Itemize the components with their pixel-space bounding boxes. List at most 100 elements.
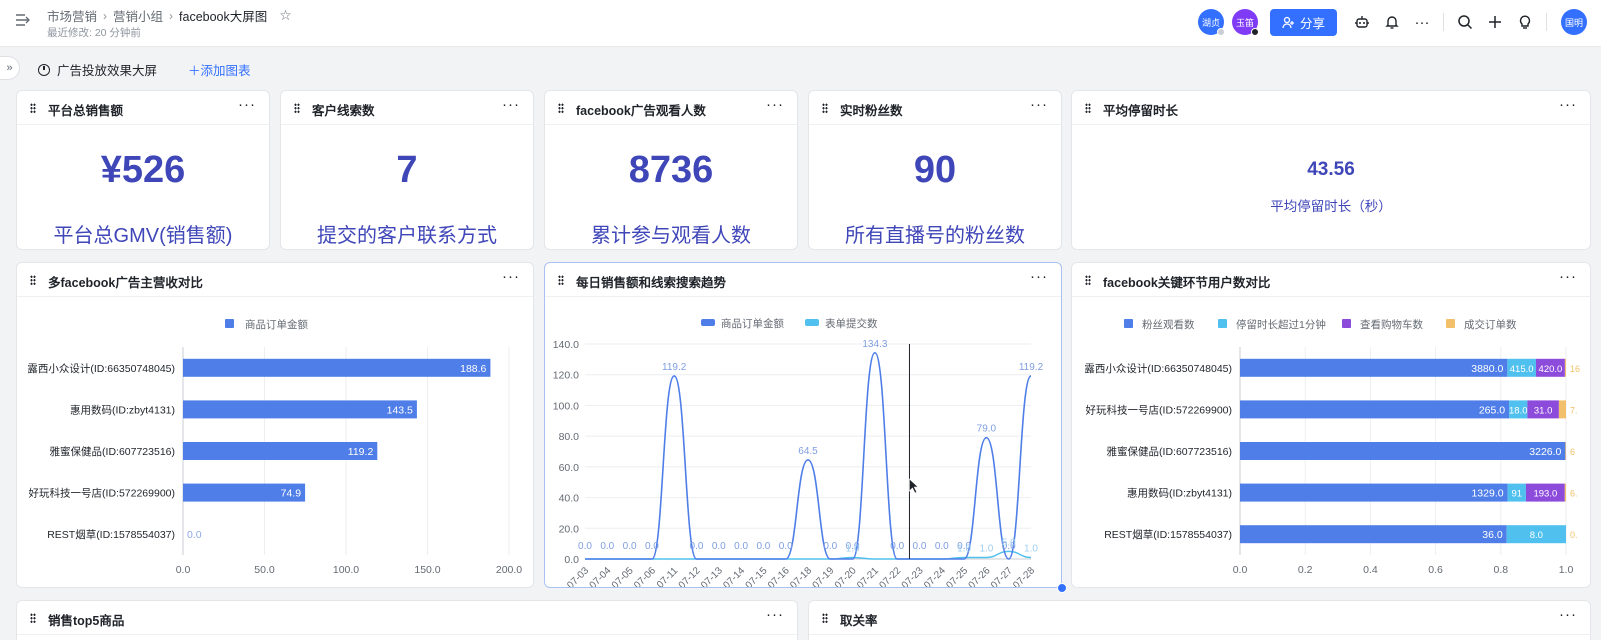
- more-icon[interactable]: ···: [1407, 8, 1437, 36]
- breadcrumb-item[interactable]: 市场营销: [47, 6, 97, 25]
- more-icon[interactable]: ···: [1559, 96, 1577, 113]
- drag-handle-icon[interactable]: [822, 613, 828, 623]
- collaborator-avatar[interactable]: 湖贞: [1197, 9, 1225, 36]
- drag-handle-icon[interactable]: [30, 613, 36, 623]
- kpi-card[interactable]: 平台总销售额 ··· ¥526 平台总GMV(销售额): [16, 90, 270, 250]
- card-title: 取关率: [840, 614, 878, 628]
- tick-label: 50.0: [254, 564, 275, 576]
- data-label: 0.0: [890, 541, 904, 552]
- top-actions: 湖贞 玉笛 分享 ··· 国明: [1197, 8, 1587, 36]
- legend-swatch: [1342, 319, 1351, 328]
- drag-handle-icon[interactable]: [1085, 103, 1091, 113]
- card-title: 销售top5商品: [48, 614, 125, 628]
- add-chart-button[interactable]: ＋添加图表: [188, 60, 251, 79]
- plus-icon[interactable]: [1480, 8, 1510, 36]
- data-label: 74.9: [281, 488, 302, 500]
- drag-handle-icon[interactable]: [822, 103, 828, 113]
- tick-label: 100.0: [553, 400, 579, 412]
- more-icon[interactable]: ···: [502, 96, 520, 113]
- bell-icon[interactable]: [1377, 8, 1407, 36]
- card-header: 取关率 ···: [809, 601, 1590, 635]
- share-button[interactable]: 分享: [1269, 8, 1337, 36]
- tick-label: 1.0: [1559, 564, 1574, 576]
- card-title: 每日销售额和线索搜索趋势: [576, 276, 727, 290]
- resize-handle[interactable]: [1057, 583, 1067, 593]
- card-title: 多facebook广告主营收对比: [48, 276, 203, 290]
- chart-card[interactable]: 取关率 ···: [808, 600, 1591, 640]
- breadcrumb-item[interactable]: 营销小组: [113, 6, 163, 25]
- kpi-card[interactable]: 客户线索数 ··· 7 提交的客户联系方式: [280, 90, 534, 250]
- kpi-card[interactable]: 实时粉丝数 ··· 90 所有直播号的粉丝数: [808, 90, 1062, 250]
- data-label: 0.0: [913, 541, 927, 552]
- legend-label: 成交订单数: [1464, 318, 1517, 331]
- drag-handle-icon[interactable]: [30, 103, 36, 113]
- tick-label: 80.0: [559, 431, 580, 443]
- data-label: 6: [1570, 447, 1575, 457]
- kpi-card[interactable]: 平均停留时长 ··· 43.56 平均停留时长（秒）: [1071, 90, 1591, 250]
- data-label: 415.0: [1510, 364, 1534, 375]
- search-icon[interactable]: [1450, 8, 1480, 36]
- more-icon[interactable]: ···: [238, 96, 256, 113]
- bar-segment: [1565, 442, 1566, 460]
- more-icon[interactable]: ···: [1559, 268, 1577, 285]
- chevron-right-icon: ›: [169, 8, 174, 23]
- legend-swatch: [805, 319, 819, 326]
- expand-sidebar-icon[interactable]: »: [0, 56, 20, 80]
- data-label: 0.0: [756, 541, 770, 552]
- card-header: facebook广告观看人数 ···: [545, 91, 797, 125]
- lightbulb-icon[interactable]: [1510, 8, 1540, 36]
- drag-handle-icon[interactable]: [558, 103, 564, 113]
- clock-icon: [38, 63, 50, 76]
- data-label: 79.0: [977, 424, 997, 435]
- data-label: 0.: [1570, 530, 1578, 540]
- card-title: facebook广告观看人数: [576, 104, 706, 118]
- more-icon[interactable]: ···: [1030, 96, 1048, 113]
- chart-card[interactable]: 每日销售额和线索搜索趋势 ··· 商品订单金额 表单提交数 0.0 20.0 40.0 6…: [544, 262, 1067, 593]
- add-user-icon: [1282, 16, 1294, 28]
- chart-card[interactable]: facebook关键环节用户数对比 ··· 粉丝观看数 停留时长超过1分钟 查看购物…: [1071, 262, 1591, 588]
- top-bar: 市场营销 › 营销小组 › facebook大屏图 ☆ 最近修改: 20 分钟前…: [0, 0, 1601, 47]
- line-chart: 商品订单金额 表单提交数 0.0 20.0 40.0 60.0 80.0 100.0 120.0…: [553, 317, 1044, 591]
- dashboard-title[interactable]: 广告投放效果大屏: [38, 60, 157, 79]
- category-label: 雅蜜保健品(ID:607723516): [1107, 445, 1232, 458]
- data-label: 5.0: [1002, 537, 1016, 548]
- bar-segment: [1240, 442, 1566, 460]
- chart-card[interactable]: 多facebook广告主营收对比 ··· 商品订单金额 0.0 50.0 100.0 1…: [16, 262, 534, 588]
- category-label: 露西小众设计(ID:66350748045): [1084, 362, 1232, 375]
- data-label: 0.0: [187, 529, 202, 541]
- card-header: 每日销售额和线索搜索趋势 ···: [545, 263, 1061, 297]
- menu-toggle-icon[interactable]: [14, 12, 32, 30]
- data-label: 0.0: [734, 541, 748, 552]
- drag-handle-icon[interactable]: [30, 275, 36, 285]
- user-avatar[interactable]: 国明: [1561, 9, 1587, 35]
- card-header: 多facebook广告主营收对比 ···: [17, 263, 533, 297]
- category-label: REST烟草(ID:1578554037): [1104, 528, 1232, 541]
- more-icon[interactable]: ···: [766, 96, 784, 113]
- chart-card[interactable]: 销售top5商品 ···: [16, 600, 798, 640]
- dashboard-toolbar: » 广告投放效果大屏 ＋添加图表: [0, 48, 1601, 88]
- more-icon[interactable]: ···: [1030, 268, 1048, 285]
- data-label: 0.0: [823, 541, 837, 552]
- dashboard-title-label: 广告投放效果大屏: [57, 64, 158, 78]
- star-icon[interactable]: ☆: [279, 7, 292, 24]
- drag-handle-icon[interactable]: [558, 275, 564, 285]
- card-header: 客户线索数 ···: [281, 91, 533, 125]
- drag-handle-icon[interactable]: [294, 103, 300, 113]
- tick-label: 150.0: [414, 564, 440, 576]
- drag-handle-icon[interactable]: [1085, 275, 1091, 285]
- kpi-card[interactable]: facebook广告观看人数 ··· 8736 累计参与观看人数: [544, 90, 798, 250]
- robot-icon[interactable]: [1347, 8, 1377, 36]
- tick-label: 0.4: [1363, 564, 1378, 576]
- bar-segment: [1240, 483, 1508, 502]
- legend-label: 粉丝观看数: [1142, 318, 1195, 331]
- data-label: 193.0: [1533, 489, 1557, 500]
- more-icon[interactable]: ···: [766, 606, 784, 623]
- more-icon[interactable]: ···: [502, 268, 520, 285]
- collaborator-avatar[interactable]: 玉笛: [1231, 9, 1259, 36]
- more-icon[interactable]: ···: [1559, 606, 1577, 623]
- bar-segment: [1564, 358, 1566, 377]
- breadcrumb-current[interactable]: facebook大屏图: [179, 6, 267, 25]
- tick-label: 0.2: [1298, 564, 1313, 576]
- data-label: 119.2: [348, 446, 374, 458]
- breadcrumb: 市场营销 › 营销小组 › facebook大屏图 ☆: [47, 6, 292, 25]
